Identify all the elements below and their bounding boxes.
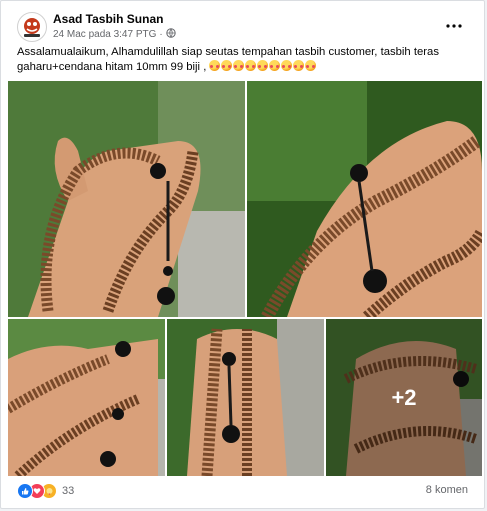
reactions-summary[interactable]: 33 bbox=[17, 483, 74, 499]
post-photo-2[interactable] bbox=[247, 81, 482, 317]
more-photos-overlay[interactable]: +2 bbox=[326, 319, 482, 476]
more-options-icon bbox=[446, 24, 462, 28]
post-timestamp[interactable]: 24 Mac pada 3:47 PTG bbox=[53, 29, 156, 40]
post-footer: 33 8 komen bbox=[17, 481, 468, 501]
smiling-face-with-hearts-emoji-icon bbox=[245, 60, 257, 71]
smiling-face-with-hearts-emoji-icon bbox=[257, 60, 269, 71]
reaction-count: 33 bbox=[62, 485, 75, 497]
post-text-line-2-text: gaharu+cendana hitam 10mm 99 biji , bbox=[17, 61, 207, 73]
smiling-face-with-hearts-emoji-icon bbox=[305, 60, 317, 71]
globe-icon bbox=[166, 28, 176, 41]
post-text: Assalamualaikum, Alhamdulillah siap seut… bbox=[17, 45, 457, 75]
facebook-post-card: Asad Tasbih Sunan 24 Mac pada 3:47 PTG ·… bbox=[0, 0, 485, 509]
post-text-line-2: gaharu+cendana hitam 10mm 99 biji , bbox=[17, 60, 457, 75]
emoji-row bbox=[209, 60, 317, 73]
tasbih-photo-image bbox=[8, 81, 245, 317]
post-header: Asad Tasbih Sunan 24 Mac pada 3:47 PTG · bbox=[17, 12, 474, 42]
smiling-face-with-hearts-emoji-icon bbox=[221, 60, 233, 71]
comments-count-link[interactable]: 8 komen bbox=[426, 484, 468, 496]
tasbih-photo-image bbox=[247, 81, 482, 317]
smiling-face-with-hearts-emoji-icon bbox=[233, 60, 245, 71]
post-photo-1[interactable] bbox=[8, 81, 245, 317]
avatar-logo-icon bbox=[19, 14, 45, 40]
post-text-line-1: Assalamualaikum, Alhamdulillah siap seut… bbox=[17, 46, 439, 58]
post-meta: 24 Mac pada 3:47 PTG · bbox=[53, 28, 176, 41]
tasbih-photo-image bbox=[8, 319, 165, 476]
smiling-face-with-hearts-emoji-icon bbox=[293, 60, 305, 71]
meta-separator: · bbox=[159, 29, 163, 40]
like-reaction-icon bbox=[17, 483, 33, 499]
page-avatar[interactable] bbox=[17, 12, 47, 42]
smiling-face-with-hearts-emoji-icon bbox=[269, 60, 281, 71]
more-options-button[interactable] bbox=[442, 14, 466, 38]
tasbih-photo-image bbox=[167, 319, 324, 476]
post-photo-3[interactable] bbox=[8, 319, 165, 476]
page-name[interactable]: Asad Tasbih Sunan bbox=[53, 12, 163, 26]
smiling-face-with-hearts-emoji-icon bbox=[281, 60, 293, 71]
smiling-face-with-hearts-emoji-icon bbox=[209, 60, 221, 71]
post-photo-5[interactable]: +2 bbox=[326, 319, 482, 476]
post-photo-4[interactable] bbox=[167, 319, 324, 476]
